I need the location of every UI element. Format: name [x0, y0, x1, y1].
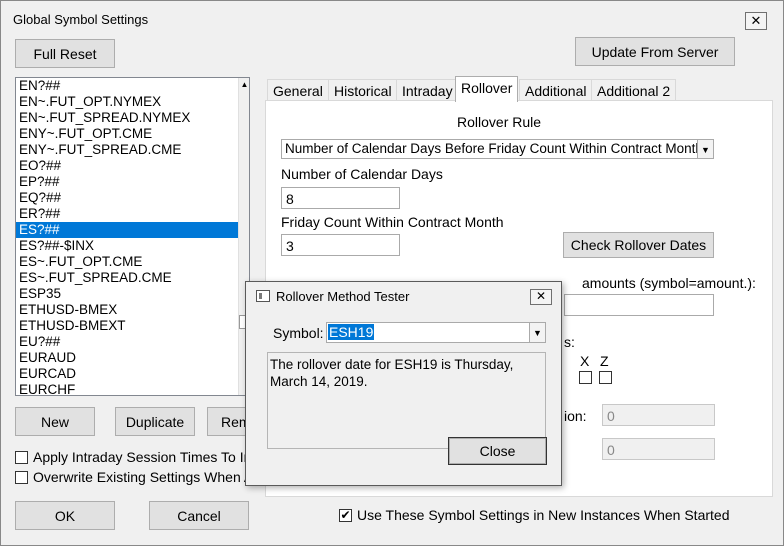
list-item[interactable]: ETHUSD-BMEXT	[16, 318, 240, 334]
checkmark-icon: ✔	[340, 508, 351, 522]
symbol-list[interactable]: EN?## EN~.FUT_OPT.NYMEX EN~.FUT_SPREAD.NYM…	[15, 77, 250, 396]
custom-adjustment-label: amounts (symbol=amount.):	[582, 275, 756, 291]
full-reset-button[interactable]: Full Reset	[15, 39, 115, 68]
chevron-down-icon[interactable]: ▼	[529, 323, 545, 342]
list-item[interactable]: EURCHF	[16, 382, 240, 395]
disabled-field-1: 0	[602, 404, 715, 426]
month-z-checkbox[interactable]	[599, 371, 612, 384]
tab-general[interactable]: General	[267, 79, 329, 101]
calendar-days-input[interactable]: 8	[281, 187, 400, 209]
partial-field-label: ion:	[564, 408, 587, 424]
chevron-down-icon[interactable]: ▼	[697, 140, 713, 158]
months-label: s:	[564, 334, 575, 350]
list-item[interactable]: ENY~.FUT_OPT.CME	[16, 126, 240, 142]
list-item[interactable]: ES~.FUT_SPREAD.CME	[16, 270, 240, 286]
window-icon	[256, 290, 270, 302]
disabled-field-2: 0	[602, 438, 715, 460]
window-close-button[interactable]: ✕	[745, 12, 767, 30]
list-item[interactable]: ES?##	[16, 222, 240, 238]
cancel-button[interactable]: Cancel	[149, 501, 249, 530]
month-x-checkbox[interactable]	[579, 371, 592, 384]
check-rollover-dates-button[interactable]: Check Rollover Dates	[563, 232, 714, 258]
symbol-select-value: ESH19	[328, 324, 375, 340]
list-item[interactable]: ETHUSD-BMEX	[16, 302, 240, 318]
dialog-title: Rollover Method Tester	[276, 289, 410, 304]
calendar-days-label: Number of Calendar Days	[281, 166, 443, 182]
tab-intraday[interactable]: Intraday	[396, 79, 459, 101]
rollover-result-message: The rollover date for ESH19 is Thursday,…	[267, 352, 546, 449]
scroll-up-arrow-icon[interactable]: ▲	[239, 80, 249, 89]
title-bar: Global Symbol Settings ✕	[1, 1, 783, 37]
rollover-rule-value: Number of Calendar Days Before Friday Co…	[285, 141, 703, 156]
symbol-select[interactable]: ESH19 ▼	[326, 322, 546, 343]
tab-historical[interactable]: Historical	[328, 79, 398, 101]
list-item[interactable]: EQ?##	[16, 190, 240, 206]
duplicate-button[interactable]: Duplicate	[115, 407, 195, 436]
new-button[interactable]: New	[15, 407, 95, 436]
ok-button[interactable]: OK	[15, 501, 115, 530]
use-settings-new-checkbox[interactable]: ✔	[339, 509, 352, 522]
use-settings-new-label: Use These Symbol Settings in New Instanc…	[357, 507, 730, 523]
list-item[interactable]: ER?##	[16, 206, 240, 222]
list-item[interactable]: EU?##	[16, 334, 240, 350]
month-z-label: Z	[600, 353, 609, 369]
apply-intraday-checkbox[interactable]	[15, 451, 28, 464]
list-item[interactable]: EN?##	[16, 78, 240, 94]
symbol-list-items: EN?## EN~.FUT_OPT.NYMEX EN~.FUT_SPREAD.NYM…	[16, 78, 249, 395]
tab-additional[interactable]: Additional	[519, 79, 593, 101]
list-item[interactable]: EN~.FUT_OPT.NYMEX	[16, 94, 240, 110]
window-title: Global Symbol Settings	[13, 12, 149, 27]
tab-additional-2[interactable]: Additional 2	[591, 79, 677, 101]
list-item[interactable]: ES?##-$INX	[16, 238, 240, 254]
rollover-rule-heading: Rollover Rule	[457, 114, 542, 130]
overwrite-existing-label: Overwrite Existing Settings When Au	[33, 469, 261, 485]
list-item[interactable]: EO?##	[16, 158, 240, 174]
dialog-close-icon[interactable]: ✕	[530, 289, 552, 305]
list-item[interactable]: ES~.FUT_OPT.CME	[16, 254, 240, 270]
list-item[interactable]: EN~.FUT_SPREAD.NYMEX	[16, 110, 240, 126]
update-from-server-button[interactable]: Update From Server	[575, 37, 735, 66]
rollover-rule-select[interactable]: Number of Calendar Days Before Friday Co…	[281, 139, 714, 159]
friday-count-input[interactable]: 3	[281, 234, 400, 256]
list-item[interactable]: EP?##	[16, 174, 240, 190]
symbol-label: Symbol:	[273, 325, 324, 341]
friday-count-label: Friday Count Within Contract Month	[281, 214, 504, 230]
list-item[interactable]: EURAUD	[16, 350, 240, 366]
tab-rollover[interactable]: Rollover	[455, 76, 519, 102]
rollover-method-tester-dialog: Rollover Method Tester ✕ Symbol: ESH19 ▼…	[245, 281, 562, 486]
overwrite-existing-checkbox[interactable]	[15, 471, 28, 484]
list-item[interactable]: ENY~.FUT_SPREAD.CME	[16, 142, 240, 158]
apply-intraday-label: Apply Intraday Session Times To In	[33, 449, 252, 465]
month-x-label: X	[580, 353, 590, 369]
list-item[interactable]: EURCAD	[16, 366, 240, 382]
dialog-close-button[interactable]: Close	[448, 437, 547, 465]
list-item[interactable]: ESP35	[16, 286, 240, 302]
custom-adjustment-input[interactable]	[564, 294, 714, 316]
